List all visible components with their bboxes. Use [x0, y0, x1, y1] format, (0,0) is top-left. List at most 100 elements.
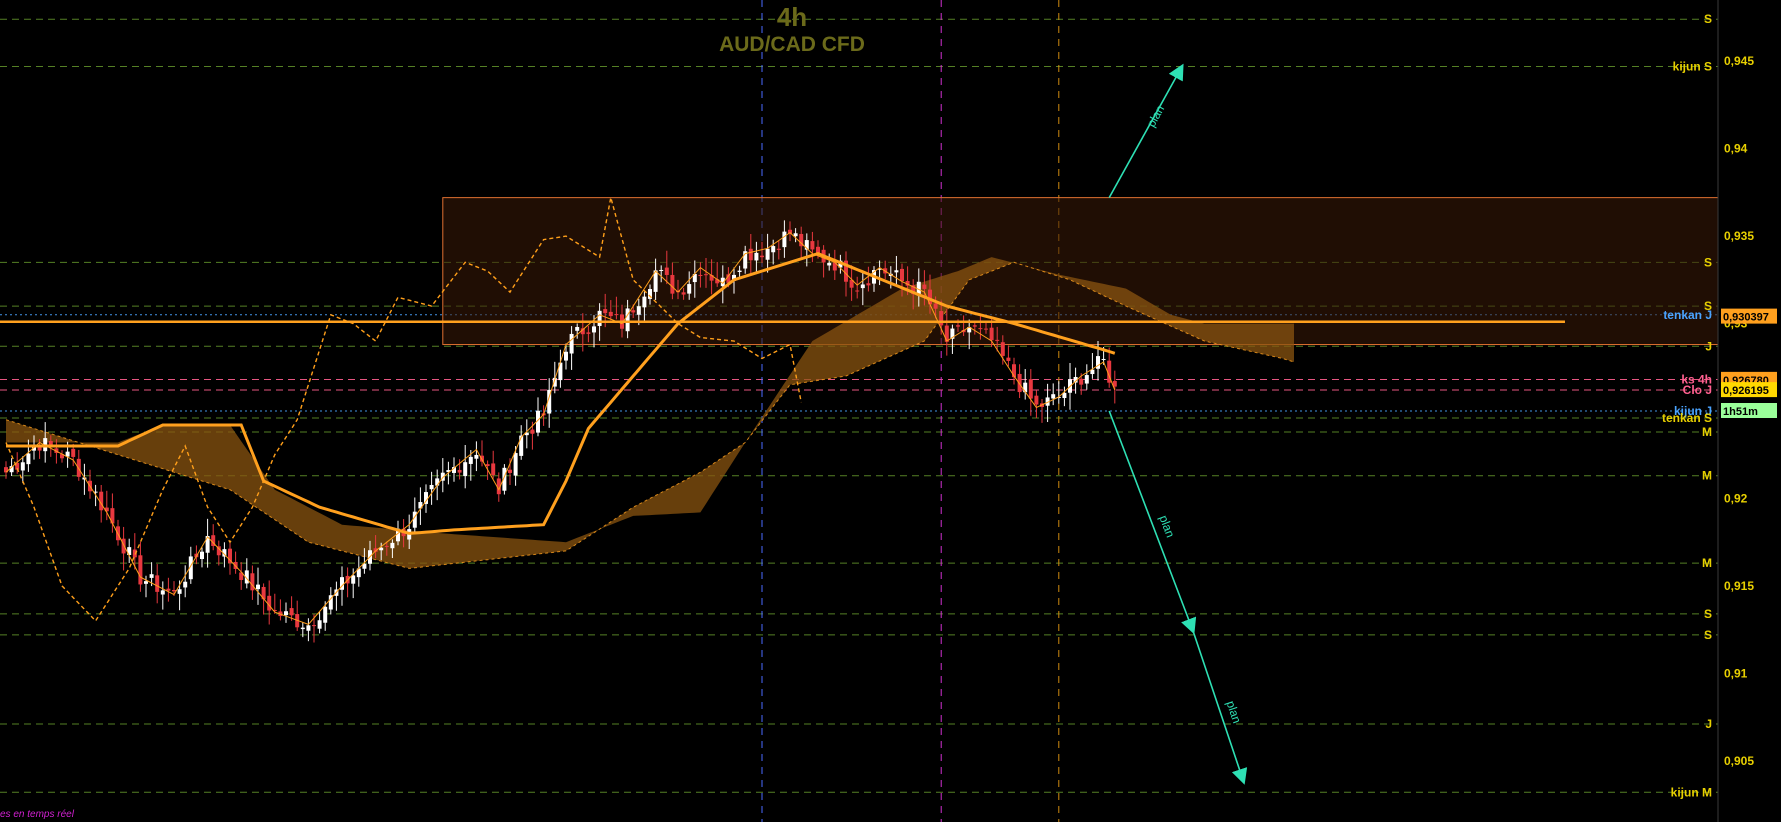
candle-body [138, 555, 143, 585]
price-tag: 0,926195 [1721, 382, 1777, 398]
candle-body [827, 262, 832, 266]
candle-body [810, 241, 815, 250]
candle-body [172, 589, 176, 592]
candle-body [659, 269, 664, 271]
ichimoku-chart[interactable]: planplanplan0,9450,940,9350,930,920,9150… [0, 0, 1781, 822]
price-tag-label: 0,926195 [1723, 385, 1769, 397]
plan-arrow-label: plan [1224, 699, 1244, 725]
level-label: J [1705, 717, 1712, 731]
candle-body [317, 620, 322, 629]
candle-body [944, 325, 949, 342]
candle-body [183, 581, 188, 588]
candle-body [284, 611, 288, 616]
candle-body [922, 284, 927, 289]
candle-body [704, 274, 708, 276]
candle-body [855, 290, 860, 292]
candle-body [894, 270, 899, 273]
candle-body [530, 429, 535, 434]
candle-body [956, 325, 960, 327]
level-label: kijun M [1671, 785, 1712, 799]
price-tag: 1h51m [1721, 403, 1777, 418]
candle-body [642, 296, 647, 308]
candle-body [71, 448, 76, 457]
plan-arrow [1108, 410, 1197, 635]
level-label: tenkan J [1663, 308, 1712, 322]
candle-body [149, 574, 154, 578]
candle-body [306, 625, 311, 631]
candle-body [900, 268, 904, 282]
y-tick-label: 0,92 [1724, 491, 1748, 505]
level-label: S [1704, 12, 1712, 26]
candle-body [26, 453, 31, 465]
candle-body [312, 625, 316, 627]
candle-body [782, 231, 787, 248]
candle-body [390, 542, 395, 549]
level-label: tenkan S [1662, 411, 1712, 425]
level-label: M [1702, 469, 1712, 483]
candle-body [121, 538, 126, 554]
candle-body [20, 462, 25, 471]
candle-body [687, 284, 692, 294]
candle-body [429, 484, 434, 490]
candle-body [575, 327, 580, 331]
candle-body [1023, 382, 1028, 393]
candle-body [508, 469, 512, 473]
level-label: M [1702, 425, 1712, 439]
candle-body [457, 469, 462, 473]
candle-body [866, 283, 871, 286]
candle-body [491, 463, 496, 476]
candle-body [995, 339, 1000, 341]
y-tick-label: 0,905 [1724, 754, 1754, 768]
candle-body [636, 306, 641, 315]
candle-body [760, 255, 764, 258]
candle-body [754, 252, 759, 261]
candle-body [474, 454, 479, 459]
level-label: J [1705, 339, 1712, 353]
candle-body [289, 608, 294, 616]
candle-body [564, 351, 568, 361]
plan-arrow-label: plan [1156, 513, 1177, 539]
candle-body [569, 333, 574, 354]
y-tick-label: 0,91 [1724, 666, 1748, 680]
candle-body [592, 326, 596, 333]
candle-body [1017, 373, 1022, 393]
level-label: S [1704, 628, 1712, 642]
candle-body [1000, 342, 1005, 356]
candle-body [1084, 375, 1089, 384]
candle-body [933, 303, 938, 309]
candle-body [614, 314, 619, 316]
chart-symbol: AUD/CAD CFD [719, 33, 865, 56]
level-label: S [1704, 255, 1712, 269]
candle-body [250, 573, 255, 591]
candle-body [1028, 379, 1033, 399]
candle-body [155, 575, 160, 592]
candle-body [939, 311, 944, 326]
candle-body [160, 590, 165, 595]
y-tick-label: 0,94 [1724, 142, 1748, 156]
candle-body [323, 606, 328, 623]
candle-body [586, 332, 591, 334]
candle-body [776, 248, 781, 250]
candle-body [1006, 357, 1011, 361]
candle-body [989, 327, 994, 341]
plan-arrow [1108, 63, 1184, 199]
candle-body [468, 456, 473, 464]
candle-body [1079, 378, 1084, 385]
candle-body [631, 310, 636, 313]
candle-body [698, 274, 703, 276]
candle-body [860, 284, 865, 289]
price-tag-label: 0,930397 [1723, 312, 1769, 324]
candle-body [597, 310, 602, 326]
candle-body [670, 274, 675, 294]
candle-body [737, 270, 742, 272]
y-tick-label: 0,935 [1724, 229, 1754, 243]
candle-body [300, 627, 305, 630]
y-tick-label: 0,945 [1724, 54, 1754, 68]
candle-body [519, 435, 524, 456]
candle-body [984, 328, 988, 330]
candle-body [978, 328, 983, 330]
candle-body [513, 453, 518, 476]
price-tag-label: 1h51m [1723, 406, 1758, 418]
chart-timeframe: 4h [776, 2, 808, 32]
candle-body [200, 551, 204, 560]
